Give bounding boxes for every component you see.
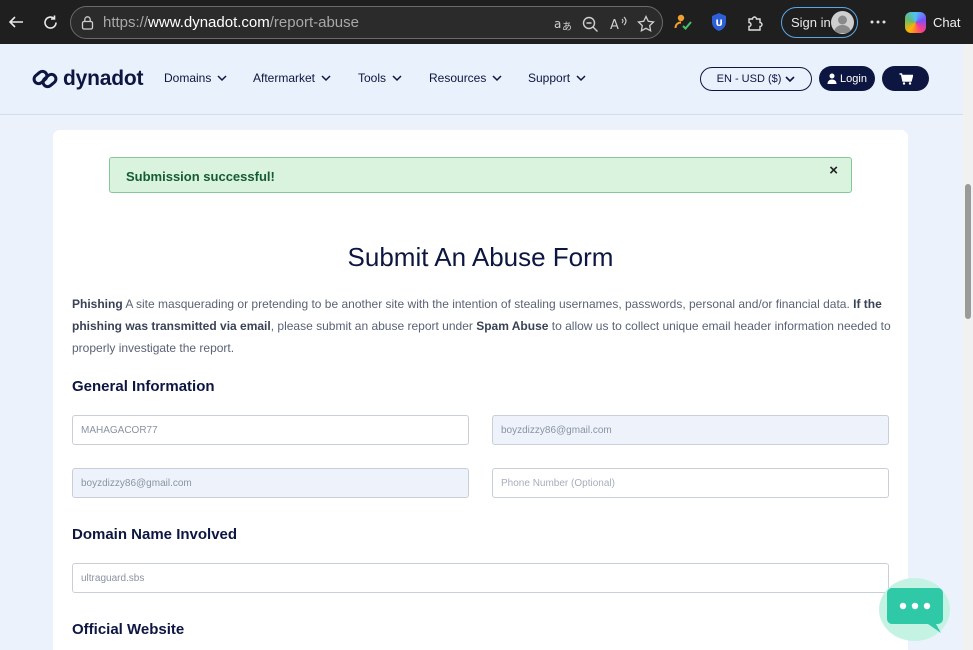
svg-text:U: U [716,19,723,29]
name-field[interactable]: MAHAGACOR77 [72,415,469,445]
chat-bubble-icon [887,588,943,633]
phone-field[interactable]: Phone Number (Optional) [492,468,889,498]
url-prefix: https:// [103,14,149,31]
chevron-down-icon [785,76,795,83]
back-arrow-icon[interactable] [2,8,30,36]
address-bar[interactable]: https://www.dynadot.com/report-abuse aあ … [70,6,663,39]
page-title: Submit An Abuse Form [347,242,614,272]
chevron-down-icon [217,75,227,82]
browser-toolbar: https://www.dynadot.com/report-abuse aあ … [0,0,973,44]
dynadot-logo[interactable]: dynadot [32,66,143,92]
extension-person-icon[interactable] [672,11,694,33]
translate-icon[interactable]: aあ [553,14,573,34]
close-icon[interactable]: × [829,162,838,179]
nav-support[interactable]: Support [528,71,586,85]
chevron-down-icon [576,75,586,82]
url-path: /report-abuse [269,14,359,31]
svg-text:A: A [610,18,619,32]
more-options-icon[interactable] [867,11,889,33]
logo-text: dynadot [63,67,144,90]
copilot-logo-icon [905,12,926,33]
nav-tools[interactable]: Tools [358,71,402,85]
section-general-information: General Information [72,378,215,395]
chevron-down-icon [392,75,402,82]
scrollbar-thumb[interactable] [965,184,971,319]
nav-label: Tools [358,71,387,85]
phishing-description: Phishing A site masquerading or pretendi… [72,293,892,359]
shield-extension-icon[interactable]: U [708,11,730,33]
user-icon [827,73,837,84]
chevron-down-icon [321,75,331,82]
sign-in-label: Sign in [791,15,831,30]
desc-text: , please submit an abuse report under [270,319,477,333]
section-domain-name-involved: Domain Name Involved [72,526,238,543]
nav-label: Domains [164,71,212,85]
domain-field[interactable]: ultraguard.sbs [72,563,889,593]
svg-text:あ: あ [562,21,572,32]
nav-domains[interactable]: Domains [164,71,227,85]
desc-spam-abuse: Spam Abuse [476,319,549,333]
success-message: Submission successful! [126,169,275,184]
login-button[interactable]: Login [819,66,875,91]
chevron-down-icon [492,75,502,82]
section-official-website: Official Website [72,621,185,638]
cart-icon [899,72,913,85]
nav-label: Support [528,71,571,85]
site-header: dynadot Domains Aftermarket Tools Resour… [0,44,963,115]
confirm-email-field[interactable]: boyzdizzy86@gmail.com [72,468,469,498]
desc-term-phishing: Phishing [72,297,123,311]
chain-link-logo-icon [32,69,58,89]
nav-label: Resources [429,71,487,85]
language-currency-label: EN - USD ($) [716,73,782,85]
desc-text: A site masquerading or pretending to be … [122,297,854,311]
zoom-out-icon[interactable] [580,14,600,34]
refresh-icon[interactable] [36,8,64,36]
chat-label: Chat [933,15,961,30]
nav-aftermarket[interactable]: Aftermarket [253,71,331,85]
copilot-chat-button[interactable]: Chat [899,6,969,39]
success-alert: Submission successful! × [109,157,852,193]
email-field[interactable]: boyzdizzy86@gmail.com [492,415,889,445]
lock-icon[interactable] [81,15,94,34]
favorite-star-icon[interactable] [636,14,656,34]
cart-button[interactable] [882,66,929,91]
page-scrollbar[interactable] [963,44,973,650]
abuse-form-card: Submission successful! × Submit An Abuse… [53,130,908,650]
avatar-icon [831,11,854,34]
extensions-puzzle-icon[interactable] [744,11,766,33]
login-label: Login [840,72,867,85]
language-currency-button[interactable]: EN - USD ($) [700,67,812,91]
url-host: www.dynadot.com [148,14,270,31]
live-chat-button[interactable] [879,578,950,641]
nav-label: Aftermarket [253,71,316,85]
sign-in-button[interactable]: Sign in [781,7,858,38]
svg-text:a: a [554,17,561,31]
read-aloud-icon[interactable]: A [609,14,629,34]
nav-resources[interactable]: Resources [429,71,502,85]
